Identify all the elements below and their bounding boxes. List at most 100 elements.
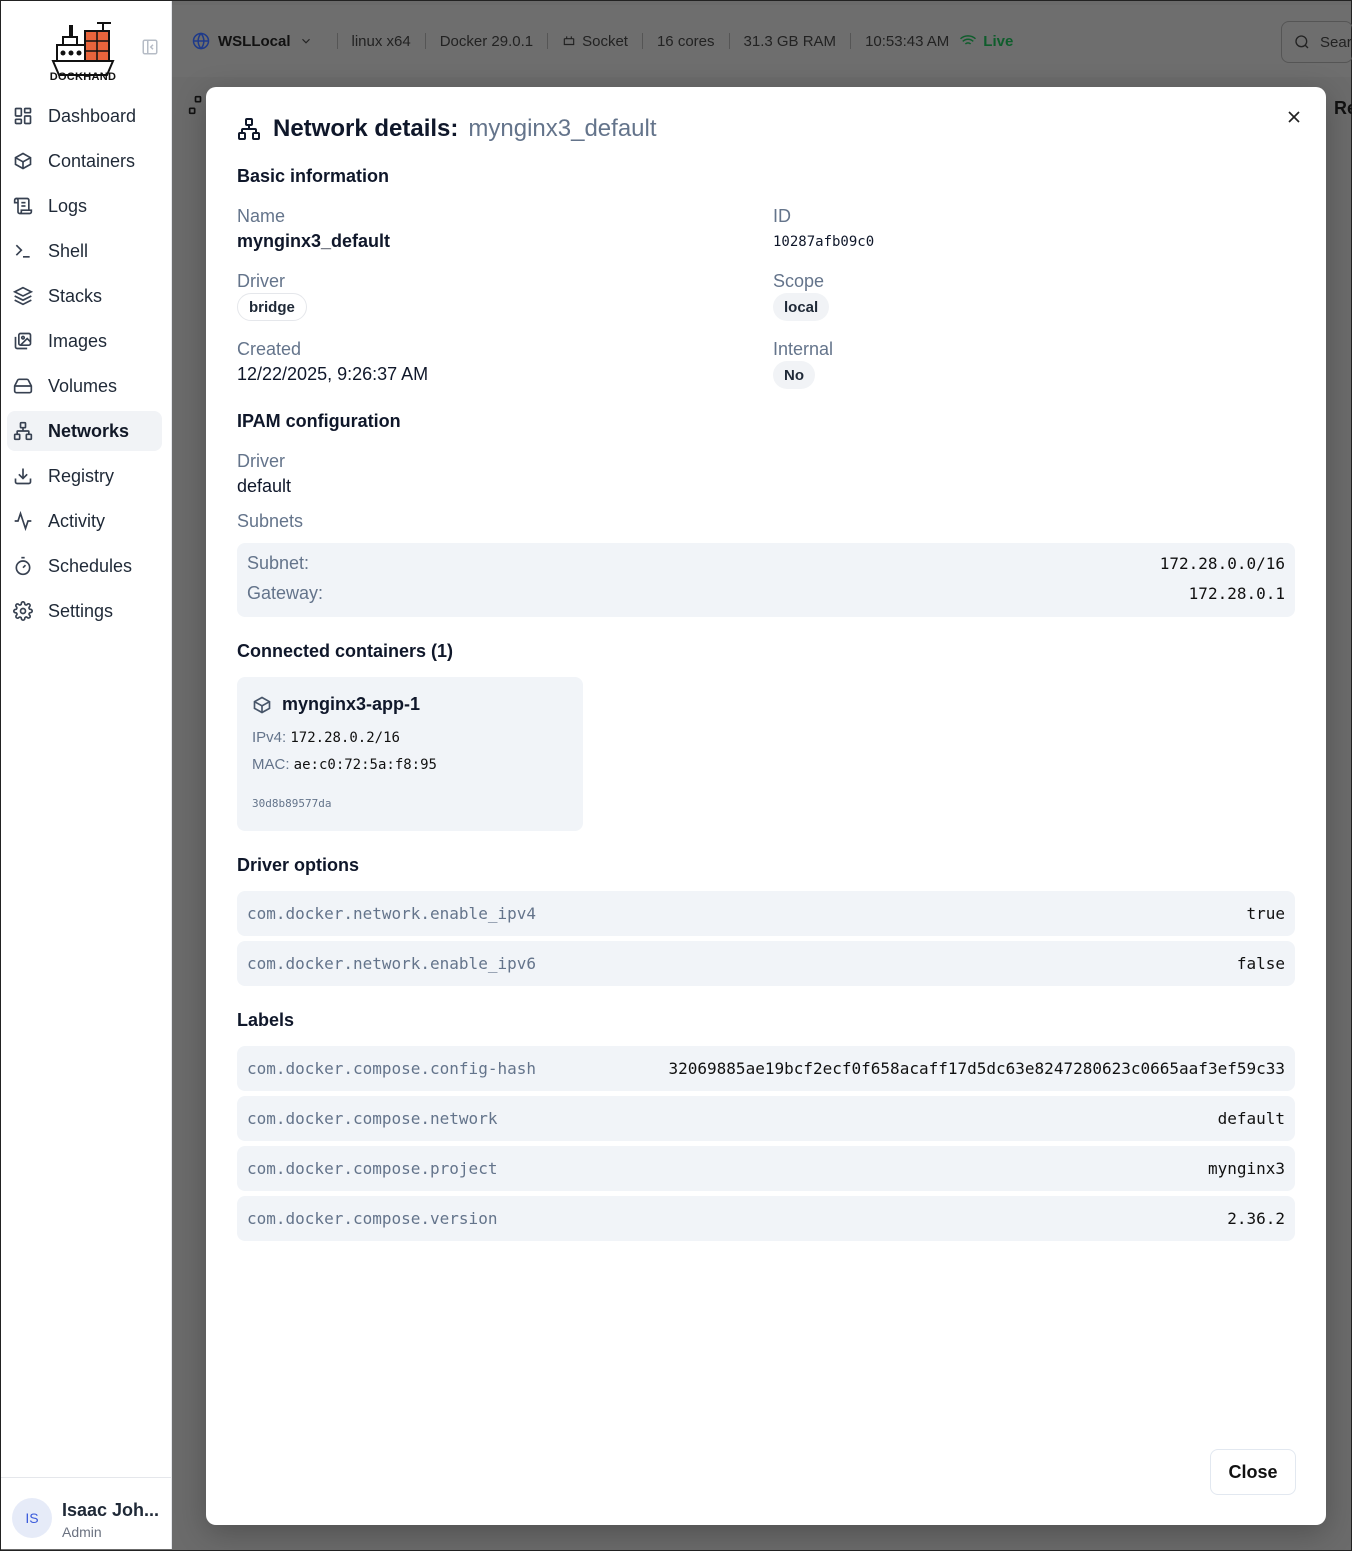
name-value: mynginx3_default	[237, 231, 391, 251]
id-value: 10287afb09c0	[773, 234, 875, 250]
avatar: IS	[12, 1498, 52, 1538]
container-id: 30d8b89577da	[252, 797, 332, 810]
sidebar-item-label: Dashboard	[48, 105, 137, 126]
network-icon	[188, 95, 202, 115]
label-row: com.docker.compose.network default	[237, 1096, 1295, 1141]
sidebar-item-images[interactable]: Images	[7, 321, 162, 361]
container-name: mynginx3-app-1	[282, 694, 421, 714]
label-row: com.docker.compose.project mynginx3	[237, 1146, 1295, 1191]
app-name: DOCKHAND	[49, 71, 117, 83]
sidebar-item-label: Stacks	[48, 285, 103, 306]
sidebar-item-volumes[interactable]: Volumes	[7, 366, 162, 406]
sidebar-item-registry[interactable]: Registry	[7, 456, 162, 496]
container-mac: MAC: ae:c0:72:5a:f8:95	[252, 756, 437, 773]
sidebar-item-dashboard[interactable]: Dashboard	[7, 96, 162, 136]
sidebar-item-activity[interactable]: Activity	[7, 501, 162, 541]
hard-drive-icon	[13, 376, 33, 396]
sidebar-item-settings[interactable]: Settings	[7, 591, 162, 631]
search-input[interactable]: Sear	[1281, 21, 1352, 63]
layers-icon	[13, 286, 33, 306]
name-label: Name	[237, 206, 286, 226]
subnets-label: Subnets	[237, 511, 304, 531]
ram-info: 31.3 GB RAM	[743, 32, 837, 50]
divider	[547, 33, 549, 49]
dialog-title-text: Network details:	[273, 115, 459, 142]
label-value: mynginx3	[1207, 1159, 1285, 1178]
sidebar-item-stacks[interactable]: Stacks	[7, 276, 162, 316]
close-button[interactable]: Close	[1210, 1449, 1296, 1495]
platform-info: linux x64	[351, 32, 411, 50]
subnet-box: Subnet: 172.28.0.0/16 Gateway: 172.28.0.…	[237, 543, 1295, 617]
sidebar: DOCKHAND Dashboard Containers Logs Shell…	[1, 1, 172, 1549]
label-key: com.docker.compose.version	[247, 1209, 498, 1228]
basic-info-heading: Basic information	[237, 166, 390, 186]
sidebar-item-networks[interactable]: Networks	[7, 411, 162, 451]
sidebar-item-label: Volumes	[48, 375, 118, 396]
environment-selector[interactable]: WSLLocal	[192, 32, 313, 50]
network-icon	[13, 421, 33, 441]
cpu-cores: 16 cores	[656, 32, 715, 50]
close-icon[interactable]	[1284, 107, 1304, 127]
gateway-row: Gateway: 172.28.0.1	[247, 583, 1285, 604]
sidebar-item-logs[interactable]: Logs	[7, 186, 162, 226]
option-key: com.docker.network.enable_ipv4	[247, 904, 536, 923]
collapse-sidebar-icon[interactable]	[141, 38, 159, 56]
divider	[850, 33, 852, 49]
network-icon	[238, 118, 260, 140]
label-row: com.docker.compose.version 2.36.2	[237, 1196, 1295, 1241]
timer-icon	[13, 556, 33, 576]
container-card[interactable]: mynginx3-app-1 IPv4: 172.28.0.2/16 MAC: …	[237, 677, 583, 831]
label-value: default	[1217, 1109, 1285, 1128]
sidebar-item-label: Settings	[48, 600, 114, 621]
environment-name: WSLLocal	[218, 32, 291, 50]
sidebar-item-containers[interactable]: Containers	[7, 141, 162, 181]
ipam-heading: IPAM configuration	[237, 411, 401, 431]
docker-version: Docker 29.0.1	[439, 32, 534, 50]
divider	[424, 33, 426, 49]
sidebar-item-label: Images	[48, 330, 108, 351]
box-icon	[13, 151, 33, 171]
sidebar-nav: Dashboard Containers Logs Shell Stacks I…	[1, 96, 172, 636]
subnet-row: Subnet: 172.28.0.0/16	[247, 553, 1285, 574]
socket-icon	[563, 36, 575, 46]
sidebar-item-schedules[interactable]: Schedules	[7, 546, 162, 586]
background-button-fragment: Re	[1334, 98, 1352, 118]
clock: 10:53:43 AM	[865, 32, 950, 50]
gateway-key: Gateway:	[247, 583, 324, 603]
ipv4-value: 172.28.0.2/16	[290, 730, 400, 746]
sidebar-item-shell[interactable]: Shell	[7, 231, 162, 271]
subnet-value: 172.28.0.0/16	[1159, 554, 1285, 573]
container-ipv4: IPv4: 172.28.0.2/16	[252, 729, 400, 746]
chevron-down-icon	[301, 38, 310, 44]
scroll-icon	[13, 196, 33, 216]
search-icon	[1295, 35, 1309, 49]
scope-badge: local	[773, 293, 830, 321]
dialog-title: Network details: mynginx3_default	[237, 115, 657, 143]
user-name: Isaac Joh...	[62, 1500, 160, 1520]
sidebar-item-label: Registry	[48, 465, 115, 486]
driver-options-heading: Driver options	[237, 855, 360, 875]
connected-containers-heading: Connected containers (1)	[237, 641, 454, 661]
option-key: com.docker.network.enable_ipv6	[247, 954, 536, 973]
mac-label: MAC:	[252, 756, 290, 773]
network-details-dialog: Network details: mynginx3_default Basic …	[206, 87, 1326, 1525]
divider	[336, 33, 338, 49]
label-value: 2.36.2	[1227, 1209, 1285, 1228]
connection-type: Socket	[562, 33, 628, 50]
divider	[641, 33, 643, 49]
sidebar-item-label: Containers	[48, 150, 136, 171]
scope-label: Scope	[773, 271, 825, 291]
internal-label: Internal	[773, 339, 834, 359]
terminal-icon	[13, 241, 33, 261]
driver-option-row: com.docker.network.enable_ipv6 false	[237, 941, 1295, 986]
ipam-driver-label: Driver	[237, 451, 285, 471]
internal-badge: No	[773, 361, 815, 389]
sidebar-item-label: Shell	[48, 240, 89, 261]
created-label: Created	[237, 339, 302, 359]
download-icon	[13, 466, 33, 486]
user-menu[interactable]: IS Isaac Joh... Admin	[1, 1477, 172, 1549]
sidebar-item-label: Activity	[48, 510, 106, 531]
wifi-icon	[960, 35, 977, 48]
driver-badge: bridge	[237, 293, 307, 321]
label-value: 32069885ae19bcf2ecf0f658acaff17d5dc63e82…	[668, 1059, 1286, 1078]
